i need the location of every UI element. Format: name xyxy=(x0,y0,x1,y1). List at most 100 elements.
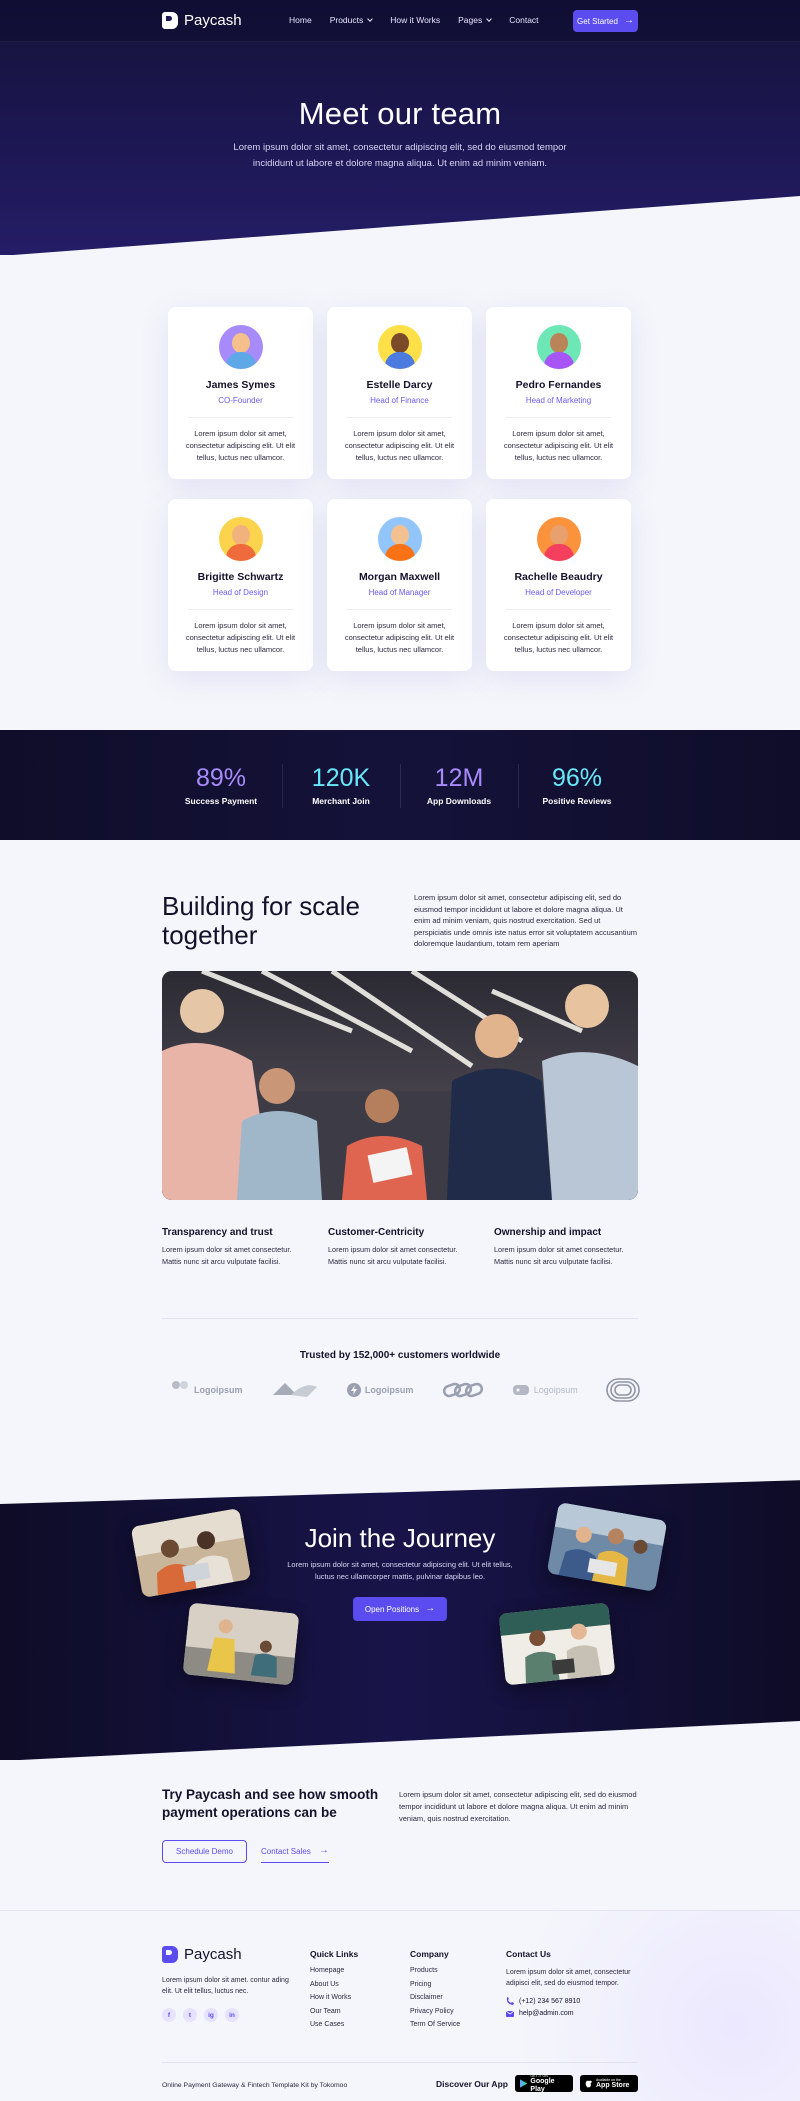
footer-logo[interactable]: Paycash xyxy=(162,1946,242,1963)
value-item: Customer-Centricity Lorem ipsum dolor si… xyxy=(328,1227,494,1267)
nav-item-products[interactable]: Products xyxy=(329,15,374,25)
mail-icon xyxy=(506,2010,514,2017)
get-started-button[interactable]: Get Started → xyxy=(573,10,638,32)
footer-link-homepage[interactable]: Homepage xyxy=(310,1967,358,1981)
member-name: Brigitte Schwartz xyxy=(197,571,284,583)
nav-item-label: Products xyxy=(329,15,364,25)
footer-link-our-team[interactable]: Our Team xyxy=(310,2008,358,2022)
open-positions-button[interactable]: Open Positions → xyxy=(353,1597,447,1621)
team-card: James Symes CO-Founder Lorem ipsum dolor… xyxy=(168,307,313,479)
nav-item-home[interactable]: Home xyxy=(289,15,312,25)
value-item: Transparency and trust Lorem ipsum dolor… xyxy=(162,1227,328,1267)
member-role: CO-Founder xyxy=(218,396,263,405)
value-title: Customer-Centricity xyxy=(328,1227,425,1238)
instagram-icon[interactable]: ig xyxy=(204,2008,218,2022)
footer-link-pricing[interactable]: Pricing xyxy=(410,1981,460,1995)
join-top-divider xyxy=(0,1480,800,1504)
email-address: help@admin.com xyxy=(519,2010,574,2017)
stat-divider xyxy=(400,764,401,808)
footer-link-privacy[interactable]: Privacy Policy xyxy=(410,2008,460,2022)
member-name: James Symes xyxy=(205,379,276,391)
card-divider xyxy=(347,417,452,418)
footer-divider xyxy=(162,2062,638,2063)
footer-link-disclaimer[interactable]: Disclaimer xyxy=(410,1994,460,2008)
member-bio: Lorem ipsum dolor sit amet, consectetur … xyxy=(503,429,614,462)
customer-logo: Logoipsum xyxy=(170,1377,243,1403)
team-card: Brigitte Schwartz Head of Design Lorem i… xyxy=(168,499,313,671)
stat-value: 120K xyxy=(311,764,371,792)
member-name: Estelle Darcy xyxy=(366,379,433,391)
avatar xyxy=(377,325,422,369)
nav-item-label: Contact xyxy=(509,15,539,25)
nav-item-label: Pages xyxy=(458,15,483,25)
facebook-icon[interactable]: f xyxy=(162,2008,176,2022)
join-section: Join the Journey Lorem ipsum dolor sit a… xyxy=(0,1480,800,1760)
twitter-icon[interactable]: t xyxy=(183,2008,197,2022)
value-title: Transparency and trust xyxy=(162,1227,273,1238)
google-play-badge[interactable]: GET IT ON Google Play xyxy=(515,2074,573,2093)
cta-description: Lorem ipsum dolor sit amet, consectetur … xyxy=(399,1790,637,1823)
member-role: Head of Marketing xyxy=(525,396,592,405)
hero-divider xyxy=(0,196,800,255)
chain-logo-icon xyxy=(442,1382,483,1398)
card-divider xyxy=(347,609,452,610)
stat-success-payment: 89% Success Payment xyxy=(166,764,276,806)
footer-link-use-cases[interactable]: Use Cases xyxy=(310,2021,358,2035)
footer-link-terms[interactable]: Term Of Service xyxy=(410,2021,460,2035)
bolt-logo-icon xyxy=(346,1383,361,1397)
customer-logos: Logoipsum Logoipsum Logoipsum xyxy=(170,1377,640,1403)
customer-logo-label: Logoipsum xyxy=(364,1385,414,1395)
footer-link-about[interactable]: About Us xyxy=(310,1981,358,1995)
team-photo-desk xyxy=(498,1602,616,1686)
footer-link-products[interactable]: Products xyxy=(410,1967,460,1981)
brand-logo[interactable]: Paycash xyxy=(162,12,242,29)
chevron-down-icon xyxy=(367,16,374,22)
value-title: Ownership and impact xyxy=(494,1227,602,1238)
card-divider xyxy=(506,609,611,610)
team-card: Rachelle Beaudry Head of Developer Lorem… xyxy=(486,499,631,671)
nav-item-label: How it Works xyxy=(390,15,441,25)
scale-section: Building for scale together Lorem ipsum … xyxy=(0,840,800,1480)
customer-logo xyxy=(606,1377,640,1403)
phone-icon xyxy=(506,1997,514,2005)
schedule-demo-button[interactable]: Schedule Demo xyxy=(162,1840,247,1863)
app-store-badge[interactable]: Available on the App Store xyxy=(580,2075,638,2092)
nav-item-pages[interactable]: Pages xyxy=(458,15,493,25)
button-label: Open Positions xyxy=(364,1604,420,1614)
value-text: Lorem ipsum dolor sit amet consectetur. … xyxy=(328,1245,458,1266)
contact-sales-link[interactable]: Contact Sales → xyxy=(261,1840,329,1863)
nav-item-contact[interactable]: Contact xyxy=(509,15,538,25)
team-photo-office xyxy=(182,1602,300,1686)
member-role: Head of Finance xyxy=(370,396,429,405)
stat-divider xyxy=(282,764,283,808)
footer-link-how-it-works[interactable]: How it Works xyxy=(310,1994,358,2008)
stat-app-downloads: 12M App Downloads xyxy=(404,764,514,806)
member-bio: Lorem ipsum dolor sit amet, consectetur … xyxy=(344,429,455,462)
customer-logo-label: Logoipsum xyxy=(194,1385,243,1395)
stat-merchant-join: 120K Merchant Join xyxy=(286,764,396,806)
linkedin-icon[interactable]: in xyxy=(225,2008,239,2022)
brand-name: Paycash xyxy=(184,1946,242,1963)
arrow-right-icon: → xyxy=(425,1603,436,1614)
value-text: Lorem ipsum dolor sit amet consectetur. … xyxy=(494,1245,624,1266)
stat-label: Success Payment xyxy=(184,796,258,806)
customer-logo: Logoipsum xyxy=(512,1377,578,1403)
contact-phone[interactable]: (+12) 234 567 8910 xyxy=(506,1997,631,2005)
member-role: Head of Manager xyxy=(368,588,431,597)
apple-icon xyxy=(585,2080,592,2088)
arrow-right-icon: → xyxy=(318,1845,329,1856)
customer-logo xyxy=(271,1377,319,1403)
member-role: Head of Design xyxy=(212,588,269,597)
wave-logo-icon xyxy=(272,1383,317,1397)
contact-email[interactable]: help@admin.com xyxy=(506,2010,631,2017)
nav-item-how-it-works[interactable]: How it Works xyxy=(390,15,440,25)
logoipsum-mark-icon xyxy=(172,1381,188,1389)
value-text: Lorem ipsum dolor sit amet consectetur. … xyxy=(162,1245,292,1266)
brand-name: Paycash xyxy=(184,12,242,29)
member-role: Head of Developer xyxy=(525,588,592,597)
stat-value: 12M xyxy=(434,764,484,792)
join-description: Lorem ipsum dolor sit amet, consectetur … xyxy=(287,1560,513,1581)
avatar xyxy=(377,517,422,561)
section-description: Lorem ipsum dolor sit amet, consectetur … xyxy=(414,893,638,948)
paycash-logo-icon xyxy=(162,12,178,29)
